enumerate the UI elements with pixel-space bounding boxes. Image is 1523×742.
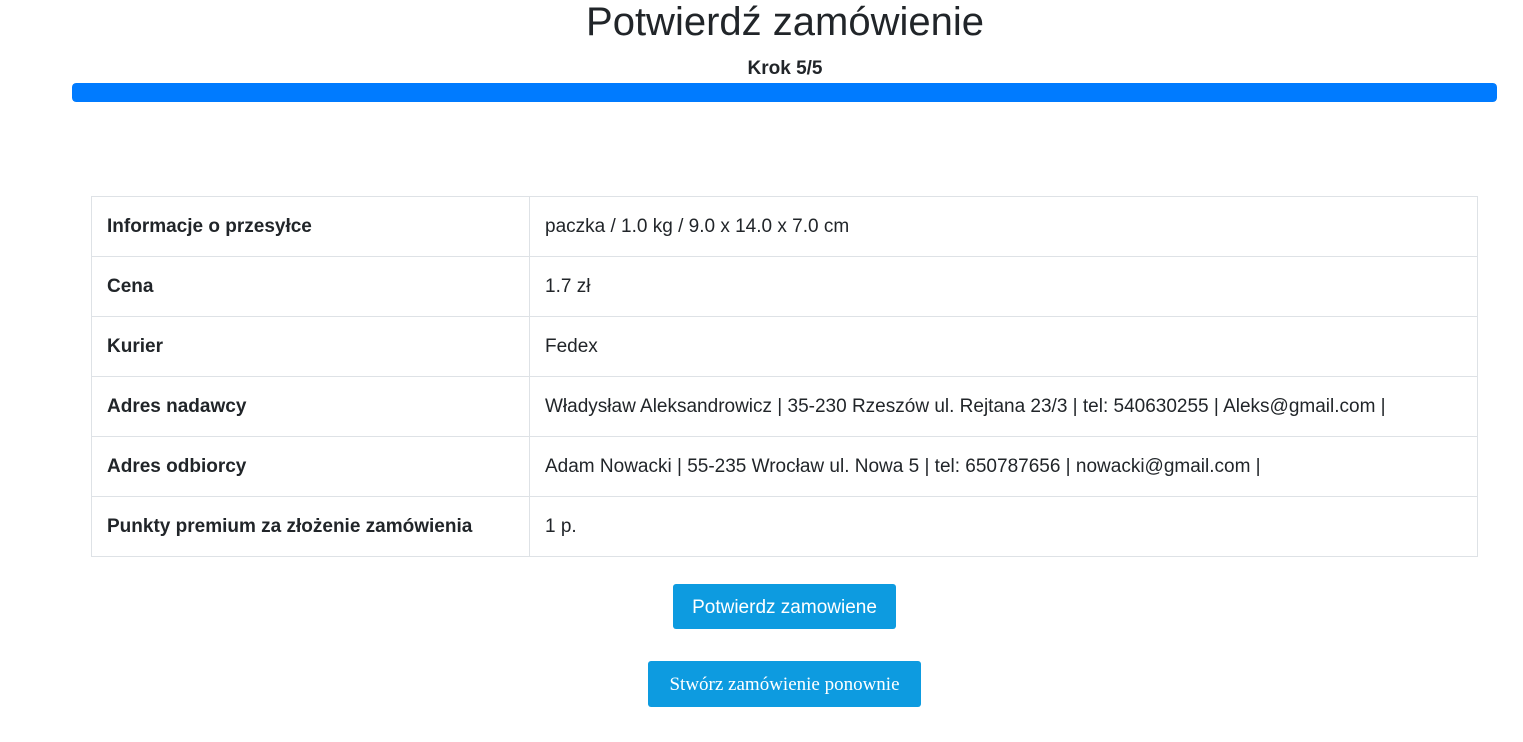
table-row: Cena 1.7 zł [91,256,1478,317]
step-indicator: Krok 5/5 [747,58,823,79]
row-value-sender-address: Władysław Aleksandrowicz | 35-230 Rzeszó… [529,376,1478,437]
create-order-again-button[interactable]: Stwórz zamówienie ponownie [648,661,921,707]
row-value-courier: Fedex [529,316,1478,377]
row-label-courier: Kurier [91,316,530,377]
row-label-shipment-info: Informacje o przesyłce [91,196,530,257]
progress-bar-fill [72,83,1497,102]
row-label-price: Cena [91,256,530,317]
row-value-shipment-info: paczka / 1.0 kg / 9.0 x 14.0 x 7.0 cm [529,196,1478,257]
table-row: Informacje o przesyłce paczka / 1.0 kg /… [91,196,1478,257]
table-row: Adres odbiorcy Adam Nowacki | 55-235 Wro… [91,436,1478,497]
row-value-premium-points: 1 p. [529,496,1478,557]
row-value-price: 1.7 zł [529,256,1478,317]
row-value-recipient-address: Adam Nowacki | 55-235 Wrocław ul. Nowa 5… [529,436,1478,497]
order-summary-table: Informacje o przesyłce paczka / 1.0 kg /… [91,196,1478,557]
row-label-premium-points: Punkty premium za złożenie zamówienia [91,496,530,557]
table-row: Punkty premium za złożenie zamówienia 1 … [91,496,1478,557]
confirm-order-button[interactable]: Potwierdz zamowiene [673,584,896,629]
order-confirmation-page: Potwierdź zamówienie Krok 5/5 Informacje… [0,0,1523,742]
progress-bar [72,83,1497,102]
row-label-recipient-address: Adres odbiorcy [91,436,530,497]
row-label-sender-address: Adres nadawcy [91,376,530,437]
table-row: Adres nadawcy Władysław Aleksandrowicz |… [91,376,1478,437]
page-title: Potwierdź zamówienie [586,0,984,44]
table-row: Kurier Fedex [91,316,1478,377]
